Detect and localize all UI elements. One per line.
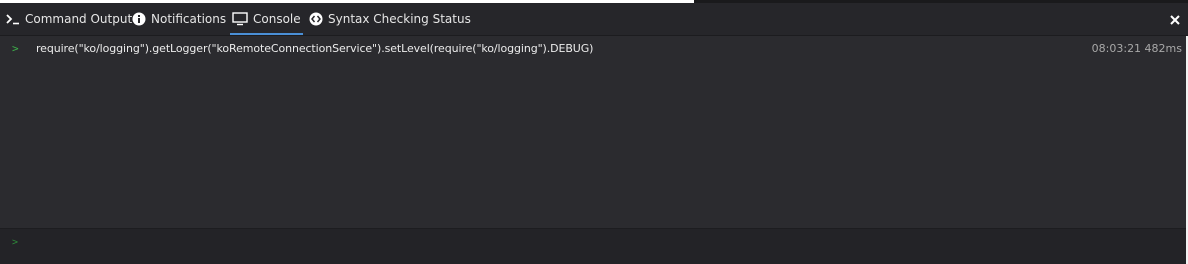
console-output: > require("ko/logging").getLogger("koRem… [0,36,1186,228]
tab-notifications[interactable]: Notifications [132,3,226,35]
console-input[interactable] [28,235,1172,255]
input-prompt-glyph: > [12,237,19,248]
tab-label: Syntax Checking Status [328,12,471,26]
console-input-area: > [0,228,1186,264]
close-icon [1170,10,1180,29]
close-button[interactable] [1170,3,1180,35]
console-entry-text: require("ko/logging").getLogger("koRemot… [36,41,594,55]
console-entry: > require("ko/logging").getLogger("koRem… [0,37,1186,59]
code-diamond-icon [309,12,323,26]
prompt-glyph: > [12,41,19,55]
tab-console[interactable]: Console [230,3,303,35]
tab-label: Console [253,12,301,26]
tab-bar: Command Output Notifications Console Syn… [0,3,1188,36]
tab-label: Command Output [25,12,133,26]
terminal-icon [6,13,20,25]
tab-syntax-checking-status[interactable]: Syntax Checking Status [309,3,471,35]
console-panel: Command Output Notifications Console Syn… [0,0,1188,264]
tab-label: Notifications [151,12,227,26]
tab-command-output[interactable]: Command Output [6,3,132,35]
info-icon [132,12,146,26]
monitor-icon [232,12,248,26]
console-entry-timestamp: 08:03:21 482ms [1091,41,1182,55]
